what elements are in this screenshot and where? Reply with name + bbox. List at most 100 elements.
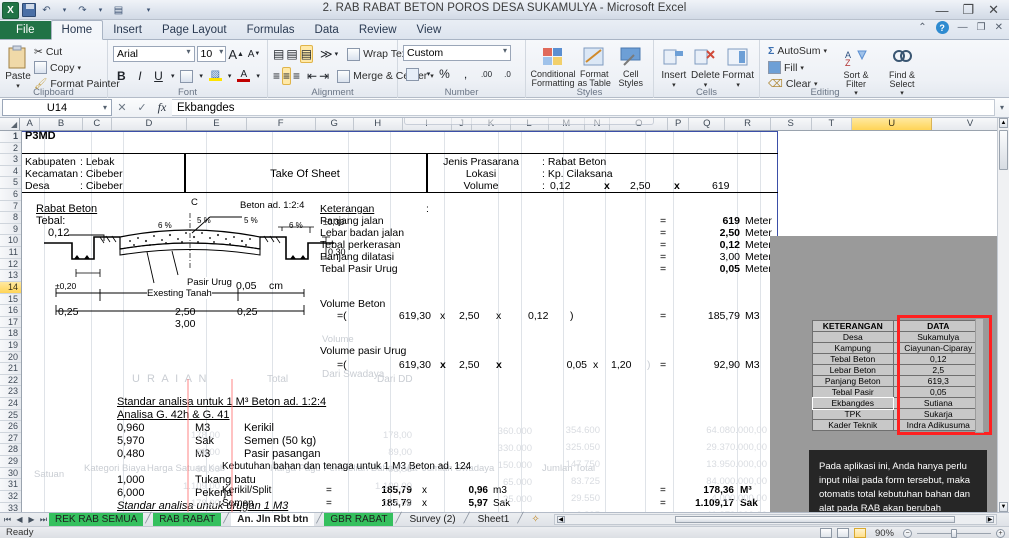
row-header-14[interactable]: 14 [0,281,21,294]
shrink-font-icon[interactable]: A ▼ [246,45,262,63]
row-header-31[interactable]: 31 [0,479,21,491]
font-name-input[interactable]: Arial [113,46,195,62]
cell-ket-0-value[interactable]: 619 [682,216,740,227]
borders-icon[interactable] [179,67,196,85]
font-color-dropdown-icon[interactable]: ▾ [254,67,262,85]
row-header-12[interactable]: 12 [0,259,21,271]
row-header-23[interactable]: 23 [0,386,21,399]
row-header-16[interactable]: 16 [0,305,21,317]
zoom-in-button[interactable]: + [996,528,1005,538]
cell-vp-v4[interactable]: 1,20 [611,360,631,371]
row-header-9[interactable]: 9 [0,224,21,236]
cell-analisa-0-name[interactable]: Kerikil [244,423,274,434]
grow-font-icon[interactable]: A ▲ [228,45,244,63]
sheet-nav-buttons[interactable]: ⏮ ◀ ▶ ⏭ [0,515,49,525]
increase-decimal-icon[interactable]: .00 [477,65,496,83]
row-header-4[interactable]: 4 [0,166,21,178]
row-header-20[interactable]: 20 [0,352,21,364]
cell-volume-label[interactable]: Volume [426,181,536,192]
zoom-slider[interactable] [917,528,991,538]
spreadsheet-grid[interactable]: ◢ A B C D E F G H I J K L M N O P Q R S … [0,118,1009,520]
insert-function-icon[interactable]: fx [152,100,172,115]
col-header-A[interactable]: A [20,118,41,130]
select-all-corner[interactable]: ◢ [0,118,21,130]
cell-keb-1-coef[interactable]: 5,97 [440,498,488,509]
cell-labor-0-qty[interactable]: 1,000 [117,475,145,486]
cell-ket-4-label[interactable]: Tebal Pasir Urug [320,264,398,275]
align-middle-icon[interactable]: ▤ [286,45,297,63]
accounting-format-icon[interactable] [403,65,422,83]
decrease-indent-icon[interactable]: ⇤ [307,67,317,85]
row-header-22[interactable]: 22 [0,375,21,387]
cell-lokasi-value[interactable]: : Kp. Cilaksana [542,169,613,180]
cell-labor-1-qty[interactable]: 6,000 [117,488,145,499]
cell-analisa-2-qty[interactable]: 0,480 [117,449,145,460]
row-header-3[interactable]: 3 [0,154,21,166]
cell-vp-result[interactable]: 92,90 [682,360,740,371]
fill-dd-icon[interactable]: ▾ [800,64,804,72]
borders-dropdown-icon[interactable]: ▾ [197,67,205,85]
cell-styles-button[interactable]: Cell Styles [614,43,649,88]
zoom-controls[interactable]: 90% − + [819,527,1005,538]
autosum-button[interactable]: Σ AutoSum ▾ [765,44,830,58]
vertical-scrollbar[interactable]: ▲ ▼ [997,118,1009,512]
cell-analisa-1-name[interactable]: Semen (50 kg) [244,436,316,447]
vertical-scroll-thumb[interactable] [999,130,1008,170]
row-header-29[interactable]: 29 [0,456,21,468]
align-right-icon[interactable]: ≡ [293,67,300,85]
cell-ket-3-value[interactable]: 3,00 [682,252,740,263]
row-header-13[interactable]: 13 [0,270,21,282]
tab-insert[interactable]: Insert [103,21,152,39]
cancel-formula-icon[interactable]: ✕ [112,101,132,114]
page-layout-icon[interactable] [836,528,849,538]
cell-vb-result[interactable]: 185,79 [682,311,740,322]
align-center-icon[interactable]: ≡ [282,67,292,85]
first-sheet-icon[interactable]: ⏮ [2,515,13,525]
col-header-U[interactable]: U [852,118,933,130]
col-header-P[interactable]: P [668,118,690,130]
horizontal-scroll-thumb[interactable] [674,516,955,523]
tab-data[interactable]: Data [305,21,349,39]
format-cells-button[interactable]: Format ▾ [722,43,754,89]
tab-page-layout[interactable]: Page Layout [152,21,237,39]
cell-keterangan-title[interactable]: Keterangan [320,204,374,215]
snipping-tool-window[interactable]: 📷 Snipping Tool — ❐ ✕ Drag the cursor ar… [404,118,654,125]
restore-button[interactable]: ❐ [962,2,974,18]
cell-analisa-0-qty[interactable]: 0,960 [117,423,145,434]
row-header-26[interactable]: 26 [0,421,21,433]
row-header-8[interactable]: 8 [0,212,21,224]
close-button[interactable]: ✕ [988,2,999,18]
sheet-tab-bar[interactable]: ⏮ ◀ ▶ ⏭ REK RAB SEMUA ╱ RAB RABAT ╱ An. … [0,512,1009,526]
row-header-17[interactable]: 17 [0,317,21,329]
row-header-19[interactable]: 19 [0,340,21,352]
ribbon-help-controls[interactable]: ⌃ ? — ❐ ✕ [918,21,1003,34]
number-format-select[interactable]: Custom [403,45,511,61]
font-size-input[interactable]: 10 [196,46,227,62]
sheet-tab-survey-2[interactable]: Survey (2) [403,513,461,526]
row-header-2[interactable]: 2 [0,143,21,155]
row-header-27[interactable]: 27 [0,433,21,445]
orientation-dropdown-icon[interactable]: ▾ [335,45,339,63]
row-header-28[interactable]: 28 [0,444,21,457]
cell-keb-0-coef[interactable]: 0,96 [440,485,488,496]
normal-view-icon[interactable] [819,528,832,538]
cell-volume-c[interactable]: 619 [712,181,730,192]
cell-volume-x2[interactable]: x [674,181,680,192]
scroll-down-button[interactable]: ▼ [999,502,1008,512]
row-header-1[interactable]: 1 [0,131,21,143]
row-header-15[interactable]: 15 [0,294,21,306]
last-sheet-icon[interactable]: ⏭ [38,515,49,525]
fill-color-icon[interactable]: ▨ [207,67,224,85]
fill-dropdown-icon[interactable]: ▾ [226,67,234,85]
sheet-tab-rek-rab-semua[interactable]: REK RAB SEMUA [49,513,144,526]
delete-cells-button[interactable]: Delete ▾ [691,43,721,89]
tab-formulas[interactable]: Formulas [237,21,305,39]
insert-cells-button[interactable]: Insert ▾ [659,43,689,89]
cell-vp-v2[interactable]: 2,50 [459,360,479,371]
col-header-G[interactable]: G [316,118,354,130]
cell-volume-colon[interactable]: : [542,181,545,192]
zoom-slider-knob[interactable] [951,528,957,538]
cell-analisa-1-qty[interactable]: 5,970 [117,436,145,447]
copy-dropdown-icon[interactable]: ▾ [78,64,82,72]
autosum-dropdown-icon[interactable]: ▾ [824,47,828,55]
